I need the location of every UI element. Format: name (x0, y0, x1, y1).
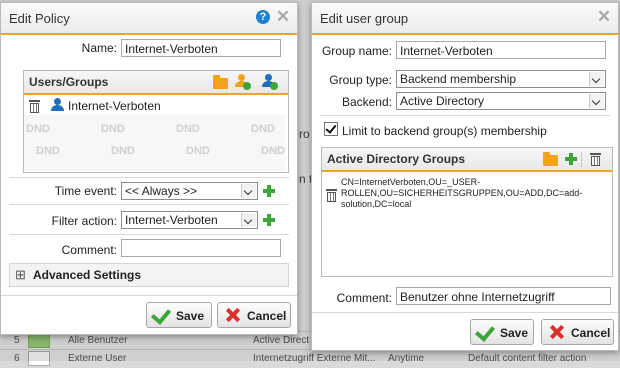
trash-icon[interactable] (590, 153, 601, 166)
expand-icon[interactable]: ⊞ (15, 267, 26, 283)
dialog-header: Edit user group ✕ (312, 3, 618, 35)
edit-policy-dialog: Edit Policy ? ✕ Name: Internet-Verboten … (0, 2, 298, 335)
folder-icon[interactable] (543, 152, 558, 166)
add-icon[interactable] (263, 214, 275, 226)
limit-checkbox[interactable] (324, 122, 338, 136)
dn-line: ROLLEN,OU=SICHERHEITSGRUPPEN,OU=ADD,DC=a… (341, 188, 583, 198)
advanced-settings-section[interactable]: ⊞ Advanced Settings (9, 263, 289, 287)
chevron-down-icon (241, 213, 256, 227)
backend-select[interactable]: Active Directory (396, 92, 606, 110)
divider (9, 234, 289, 235)
comment-field[interactable] (121, 239, 281, 257)
comment-field[interactable]: Benutzer ohne Internetzugriff (396, 287, 611, 305)
dnd-marker: DND (36, 145, 60, 157)
chevron-down-icon (241, 184, 256, 198)
selected-value: << Always >> (125, 184, 198, 198)
list-item[interactable]: Internet-Verboten (24, 97, 286, 115)
dn-line: CN=InternetVerboten,OU=_USER- (341, 177, 481, 187)
divider (9, 204, 289, 205)
filter-action-select[interactable]: Internet-Verboten (121, 211, 258, 229)
divider (312, 312, 618, 313)
group-type-label: Group type: (329, 73, 392, 87)
add-group-icon[interactable] (262, 74, 278, 90)
cancel-button[interactable]: Cancel (541, 319, 614, 345)
add-user-icon[interactable] (235, 74, 251, 90)
selected-value: Backend membership (400, 72, 517, 86)
list-item[interactable]: CN=InternetVerboten,OU=_USER- ROLLEN,OU=… (322, 173, 610, 217)
name-field[interactable]: Internet-Verboten (121, 39, 281, 57)
group-type-select[interactable]: Backend membership (396, 70, 606, 88)
checkmark-icon (150, 304, 172, 325)
selected-value: Active Directory (400, 94, 485, 108)
add-icon[interactable] (565, 153, 577, 165)
checkmark-icon (474, 321, 496, 342)
dnd-marker: DND (111, 145, 135, 157)
save-label: Save (176, 309, 205, 323)
dnd-marker: DND (251, 123, 275, 135)
cancel-label: Cancel (571, 326, 611, 340)
chevron-down-icon (589, 94, 604, 108)
dnd-marker: DND (101, 123, 125, 135)
dialog-title: Edit user group (320, 11, 409, 26)
limit-label: Limit to backend group(s) membership (342, 124, 547, 138)
dnd-marker: DND (186, 145, 210, 157)
add-icon[interactable] (263, 185, 275, 197)
advanced-settings-label: Advanced Settings (33, 268, 142, 282)
dn-line: solution,DC=local (341, 199, 412, 209)
save-button[interactable]: Save (146, 302, 212, 328)
close-icon[interactable]: ✕ (596, 8, 612, 25)
close-icon (226, 308, 240, 322)
comment-label: Comment: (336, 291, 392, 305)
divider (320, 115, 610, 116)
trash-icon[interactable] (326, 189, 337, 202)
ad-groups-panel: Active Directory Groups CN=InternetVerbo… (321, 147, 613, 277)
dnd-marker: DND (261, 145, 285, 157)
name-label: Name: (81, 41, 117, 55)
comment-label: Comment: (61, 243, 117, 257)
group-name: Internet-Verboten (68, 99, 161, 113)
cancel-button[interactable]: Cancel (217, 302, 291, 328)
group-icon (51, 98, 67, 114)
filter-action-label: Filter action: (51, 214, 117, 228)
folder-icon[interactable] (213, 75, 228, 89)
dnd-marker: DND (26, 123, 50, 135)
panel-header: Active Directory Groups (322, 148, 612, 172)
time-event-label: Time event: (54, 184, 117, 198)
group-name-field[interactable]: Internet-Verboten (396, 41, 606, 59)
save-label: Save (500, 326, 529, 340)
cancel-label: Cancel (247, 309, 287, 323)
chevron-down-icon (589, 72, 604, 86)
save-button[interactable]: Save (470, 319, 534, 345)
drop-zone[interactable]: DND DND DND DND DND DND DND DND (24, 115, 286, 171)
trash-icon[interactable] (29, 100, 40, 113)
selected-value: Internet-Verboten (125, 213, 218, 227)
users-groups-panel: Users/Groups Internet-Verboten DND DND D… (23, 70, 289, 173)
ad-group-dn: CN=InternetVerboten,OU=_USER- ROLLEN,OU=… (341, 177, 582, 210)
help-icon[interactable]: ? (256, 10, 270, 24)
dialog-header: Edit Policy ? ✕ (1, 3, 297, 35)
backend-label: Backend: (341, 95, 392, 109)
dnd-marker: DND (176, 123, 200, 135)
group-name-label: Group name: (321, 44, 392, 58)
dialog-title: Edit Policy (9, 11, 70, 26)
divider (581, 152, 582, 167)
divider (1, 295, 297, 296)
panel-header: Users/Groups (24, 71, 288, 95)
close-icon[interactable]: ✕ (275, 8, 291, 25)
panel-title: Users/Groups (29, 75, 109, 89)
edit-user-group-dialog: Edit user group ✕ Group name: Internet-V… (311, 2, 619, 351)
divider (9, 177, 289, 178)
panel-title: Active Directory Groups (327, 152, 466, 166)
time-event-select[interactable]: << Always >> (121, 182, 258, 200)
close-icon (550, 325, 564, 339)
